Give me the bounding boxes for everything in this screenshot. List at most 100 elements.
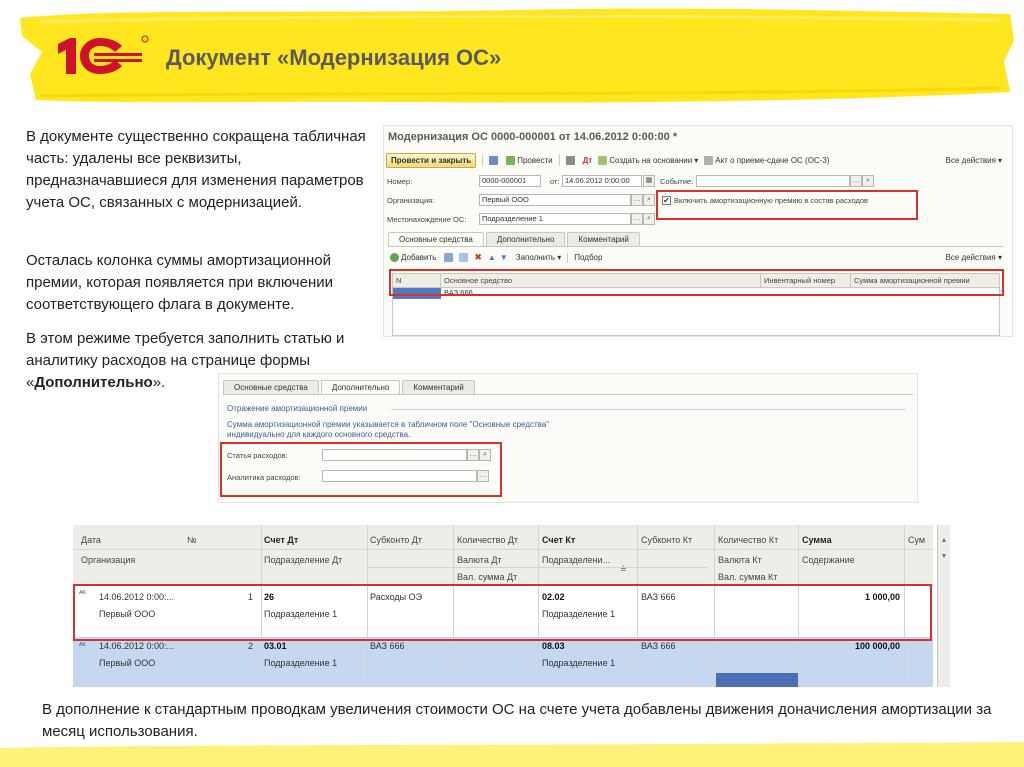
create-based-on-menu[interactable]: Создать на основании ▾ [598,155,699,165]
all-actions-menu[interactable]: Все действия ▾ [946,156,1002,165]
add-button[interactable]: Добавить [390,253,436,262]
hdr-cur-dt[interactable]: Валюта Дт [457,555,502,565]
p3-after: ». [152,374,166,391]
footer-brush-stroke [0,742,1024,767]
hdr-sum[interactable]: Сумма [802,535,832,545]
chevron-down-icon: ▾ [694,155,699,165]
header-brush-stroke [0,0,1024,115]
tab-comment[interactable]: Комментарий [567,232,640,247]
post-label: Провести [517,155,553,165]
premium-note-line2: индивидуально для каждого основного сред… [227,430,411,439]
1c-logo [50,30,150,80]
row-subconto-dt: ВАЗ 666 [370,641,405,651]
tab-additional[interactable]: Дополнительно [485,232,566,247]
add-icon [390,253,399,262]
hdr-qty-dt[interactable]: Количество Дт [457,535,518,545]
row-date: 14.06.2012 0:00:... [99,641,175,651]
paragraph-premium-column: Осталась колонка суммы амортизационной п… [26,252,333,313]
table-row[interactable]: ᴬᴷ 14.06.2012 0:00:... 2 Первый ООО 03.0… [73,637,933,687]
scroll-up-icon[interactable]: ▲ [940,537,948,545]
post-button[interactable]: Провести [506,155,553,165]
hdr-dept-kt[interactable]: Подразделени... [542,555,610,565]
hdr-cur-sum-dt[interactable]: Вал. сумма Дт [457,572,517,582]
location-select-icon[interactable]: … [631,213,643,225]
calendar-icon[interactable]: ▦ [643,175,655,187]
paragraph-table-reduced: В документе существенно сокращена таблич… [26,128,366,211]
hdr-date[interactable]: Дата [81,535,101,545]
event-search-icon[interactable]: ⌕ [862,175,874,187]
chevron-down-icon: ▾ [997,253,1002,262]
hdr-num[interactable]: № [187,535,197,545]
hdr-subconto-kt[interactable]: Субконто Кт [641,535,692,545]
edit-icon[interactable] [459,253,469,262]
tab-fixed-assets[interactable]: Основные средства [223,380,319,395]
journal-header: Дата № Организация Счет Дт Подразделение… [73,525,933,585]
journal-scrollbar[interactable]: ▲ ▼ [937,525,950,687]
premium-section-title: Отражение амортизационной премии [227,404,368,413]
pick-button[interactable]: Подбор [574,253,602,262]
organization-field[interactable]: Первый ООО [479,194,631,206]
form-toolbar: Провести и закрыть Провести Дт Создать н… [386,152,1010,168]
form2-tabs: Основные средства Дополнительно Коммента… [223,380,477,395]
toolbar-separator [558,154,560,166]
delete-icon[interactable]: ✖ [474,252,482,263]
header-divider [73,549,933,550]
move-up-icon[interactable]: ▲ [488,253,496,262]
row-subconto-kt: ВАЗ 666 [641,641,676,651]
fill-menu[interactable]: Заполнить ▾ [516,253,562,262]
location-label: Местонахождение ОС: [387,215,467,224]
location-field[interactable]: Подразделение 1 [479,213,631,225]
dt-kt-icon[interactable]: Дт [583,156,593,165]
fill-label: Заполнить [515,253,556,262]
hdr-extra[interactable]: Сум [908,535,925,545]
tab-toolbar: Добавить ✖ ▲ ▼ Заполнить ▾ Подбор Все де… [390,252,1002,263]
document-form-window: Модернизация ОС 0000-000001 от 14.06.201… [383,125,1013,337]
hdr-content[interactable]: Содержание [802,555,855,565]
tab-comment[interactable]: Комментарий [402,380,475,395]
tab-divider [223,394,913,395]
row-num: 2 [247,641,253,651]
hdr-subconto-dt[interactable]: Субконто Дт [370,535,422,545]
hdr-dept-dt[interactable]: Подразделение Дт [264,555,342,565]
tab-fixed-assets[interactable]: Основные средства [388,232,484,247]
tab-additional[interactable]: Дополнительно [320,380,401,395]
act-os3-button[interactable]: Акт о приеме-сдаче ОС (ОС-3) [704,155,830,165]
event-label: Событие: [660,177,694,186]
journal-icon[interactable] [565,155,577,165]
location-search-icon[interactable]: ⌕ [643,213,655,225]
hdr-cur-sum-kt[interactable]: Вал. сумма Кт [718,572,777,582]
post-and-close-button[interactable]: Провести и закрыть [386,152,477,168]
event-field[interactable] [696,175,850,187]
save-icon[interactable] [489,155,500,165]
hdr-acc-kt[interactable]: Счет Кт [542,535,575,545]
form-tabs: Основные средства Дополнительно Коммента… [388,232,642,247]
create-based-label: Создать на основании [609,155,693,165]
header-divider [367,567,707,568]
copy-icon[interactable] [444,253,454,262]
highlight-premium-column [389,269,1004,296]
move-down-icon[interactable]: ▼ [500,253,508,262]
hdr-cur-kt[interactable]: Валюта Кт [718,555,762,565]
p3-bold: Дополнительно [34,374,153,391]
premium-note-line1: Сумма амортизационной премии указывается… [227,420,550,429]
tab-all-actions-menu[interactable]: Все действия ▾ [945,253,1002,262]
number-field[interactable]: 0000-000001 [479,175,541,187]
number-label: Номер: [387,177,413,186]
date-field[interactable]: 14.06.2012 0:00:00 [562,175,642,187]
scroll-down-icon[interactable]: ▼ [940,553,948,561]
row-dept-kt: Подразделение 1 [542,658,616,668]
selected-cell [716,673,798,687]
slide-title: Документ «Модернизация ОС» [166,45,502,70]
toolbar-separator [482,154,484,166]
event-select-icon[interactable]: … [850,175,862,187]
hdr-acc-dt[interactable]: Счет Дт [264,535,298,545]
tab-all-actions-label: Все действия [945,253,996,262]
organization-search-icon[interactable]: ⌕ [643,194,655,206]
date-from-label: от: [550,177,560,186]
section-line [391,409,906,410]
highlight-depreciation-posting [73,584,932,641]
act-label: Акт о приеме-сдаче ОС (ОС-3) [715,155,830,165]
hdr-qty-kt[interactable]: Количество Кт [718,535,778,545]
hdr-org[interactable]: Организация [81,555,135,565]
organization-select-icon[interactable]: … [631,194,643,206]
